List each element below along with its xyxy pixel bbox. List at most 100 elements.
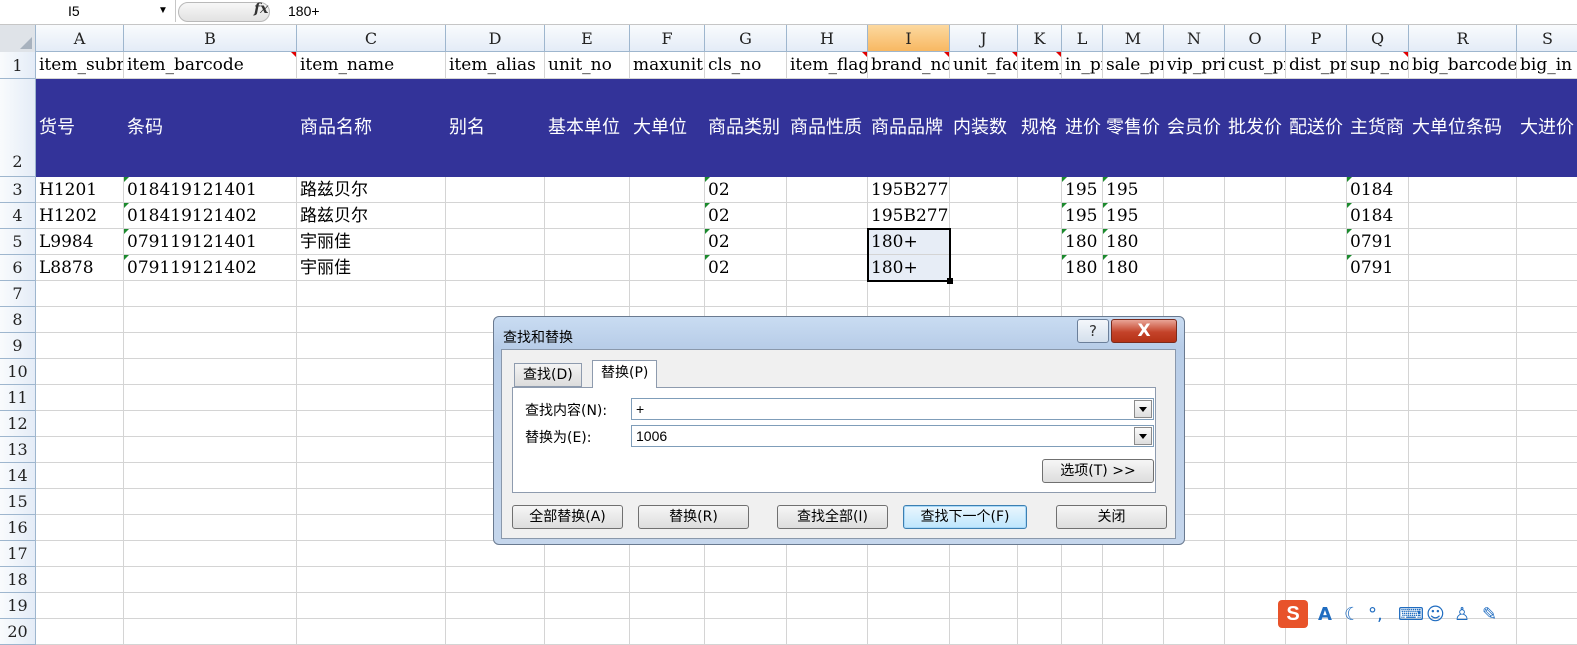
cell-i4[interactable]: 195B277 (868, 203, 950, 229)
insert-function-icon[interactable]: fx (254, 1, 268, 17)
options-button[interactable]: 选项(T) >> (1042, 459, 1154, 483)
cell-o20[interactable] (1225, 619, 1286, 645)
row-header-16[interactable]: 16 (0, 515, 36, 541)
cell-a19[interactable] (36, 593, 124, 619)
cell-j20[interactable] (950, 619, 1018, 645)
cell-o13[interactable] (1225, 437, 1286, 463)
cell-s17[interactable] (1517, 541, 1577, 567)
cell-g3[interactable]: 02 (705, 177, 787, 203)
user-icon[interactable]: ☺ (1426, 604, 1445, 625)
cell-g5[interactable]: 02 (705, 229, 787, 255)
cell-c20[interactable] (297, 619, 446, 645)
cell-c19[interactable] (297, 593, 446, 619)
cell-s1[interactable]: big_in (1517, 52, 1577, 79)
cell-c3[interactable]: 路兹贝尔 (297, 177, 446, 203)
cell-r15[interactable] (1409, 489, 1517, 515)
cell-o4[interactable] (1225, 203, 1286, 229)
cell-n4[interactable] (1164, 203, 1225, 229)
cell-g20[interactable] (705, 619, 787, 645)
cell-e2[interactable]: 基本单位 (545, 79, 630, 177)
cell-k1[interactable]: item_size (1018, 52, 1062, 79)
cell-a10[interactable] (36, 359, 124, 385)
cell-o10[interactable] (1225, 359, 1286, 385)
cell-q8[interactable] (1347, 307, 1409, 333)
cell-i1[interactable]: brand_no (868, 52, 950, 79)
cell-g6[interactable]: 02 (705, 255, 787, 281)
cell-i7[interactable] (868, 281, 950, 307)
cell-r3[interactable] (1409, 177, 1517, 203)
cell-c2[interactable]: 商品名称 (297, 79, 446, 177)
cell-r16[interactable] (1409, 515, 1517, 541)
cell-k20[interactable] (1018, 619, 1062, 645)
column-header-d[interactable]: D (446, 25, 545, 52)
cell-f3[interactable] (630, 177, 705, 203)
cell-s6[interactable] (1517, 255, 1577, 281)
cell-d7[interactable] (446, 281, 545, 307)
cell-b3[interactable]: 018419121401 (124, 177, 297, 203)
close-button[interactable]: 关闭 (1056, 505, 1167, 529)
cell-m2[interactable]: 零售价 (1103, 79, 1164, 177)
column-header-h[interactable]: H (787, 25, 868, 52)
cell-c1[interactable]: item_name (297, 52, 446, 79)
cell-q4[interactable]: 0184 (1347, 203, 1409, 229)
cell-a20[interactable] (36, 619, 124, 645)
cell-s10[interactable] (1517, 359, 1577, 385)
cell-h1[interactable]: item_flag (787, 52, 868, 79)
sogou-logo-icon[interactable]: S (1278, 600, 1308, 628)
cell-o3[interactable] (1225, 177, 1286, 203)
shirt-icon[interactable]: ♙ (1454, 604, 1470, 625)
cell-q5[interactable]: 0791 (1347, 229, 1409, 255)
column-header-s[interactable]: S (1517, 25, 1577, 52)
cell-r8[interactable] (1409, 307, 1517, 333)
cell-o18[interactable] (1225, 567, 1286, 593)
cell-g2[interactable]: 商品类别 (705, 79, 787, 177)
cell-d1[interactable]: item_alias (446, 52, 545, 79)
cell-p7[interactable] (1286, 281, 1347, 307)
cell-d2[interactable]: 别名 (446, 79, 545, 177)
row-header-17[interactable]: 17 (0, 541, 36, 567)
cell-p12[interactable] (1286, 411, 1347, 437)
cell-g7[interactable] (705, 281, 787, 307)
row-header-7[interactable]: 7 (0, 281, 36, 307)
cell-g4[interactable]: 02 (705, 203, 787, 229)
row-header-14[interactable]: 14 (0, 463, 36, 489)
replace-dropdown-icon[interactable] (1134, 427, 1152, 445)
row-header-18[interactable]: 18 (0, 567, 36, 593)
row-header-4[interactable]: 4 (0, 203, 36, 229)
find-all-button[interactable]: 查找全部(I) (777, 505, 888, 529)
cell-p15[interactable] (1286, 489, 1347, 515)
column-header-e[interactable]: E (545, 25, 630, 52)
cell-l5[interactable]: 180 (1062, 229, 1103, 255)
cell-o11[interactable] (1225, 385, 1286, 411)
cell-q7[interactable] (1347, 281, 1409, 307)
cell-b8[interactable] (124, 307, 297, 333)
cell-e7[interactable] (545, 281, 630, 307)
row-header-19[interactable]: 19 (0, 593, 36, 619)
cell-p1[interactable]: dist_price (1286, 52, 1347, 79)
help-button[interactable]: ? (1077, 319, 1109, 343)
cell-l3[interactable]: 195 (1062, 177, 1103, 203)
cell-n2[interactable]: 会员价 (1164, 79, 1225, 177)
cell-p18[interactable] (1286, 567, 1347, 593)
cell-r12[interactable] (1409, 411, 1517, 437)
cell-a5[interactable]: L9984 (36, 229, 124, 255)
cell-d19[interactable] (446, 593, 545, 619)
cell-i5[interactable]: 180+ (868, 229, 950, 255)
replace-all-button[interactable]: 全部替换(A) (512, 505, 623, 529)
name-box-dropdown-icon[interactable]: ▼ (158, 0, 168, 22)
cell-g19[interactable] (705, 593, 787, 619)
find-input[interactable] (634, 400, 1128, 418)
cell-b17[interactable] (124, 541, 297, 567)
cell-a4[interactable]: H1202 (36, 203, 124, 229)
cell-b12[interactable] (124, 411, 297, 437)
cell-j2[interactable]: 内装数 (950, 79, 1018, 177)
wrench-icon[interactable]: ✎ (1482, 604, 1497, 625)
cell-l7[interactable] (1062, 281, 1103, 307)
cell-q1[interactable]: sup_no (1347, 52, 1409, 79)
cell-n1[interactable]: vip_price (1164, 52, 1225, 79)
cell-c6[interactable]: 宇丽佳 (297, 255, 446, 281)
cell-d20[interactable] (446, 619, 545, 645)
cell-b16[interactable] (124, 515, 297, 541)
cell-q11[interactable] (1347, 385, 1409, 411)
cell-o8[interactable] (1225, 307, 1286, 333)
